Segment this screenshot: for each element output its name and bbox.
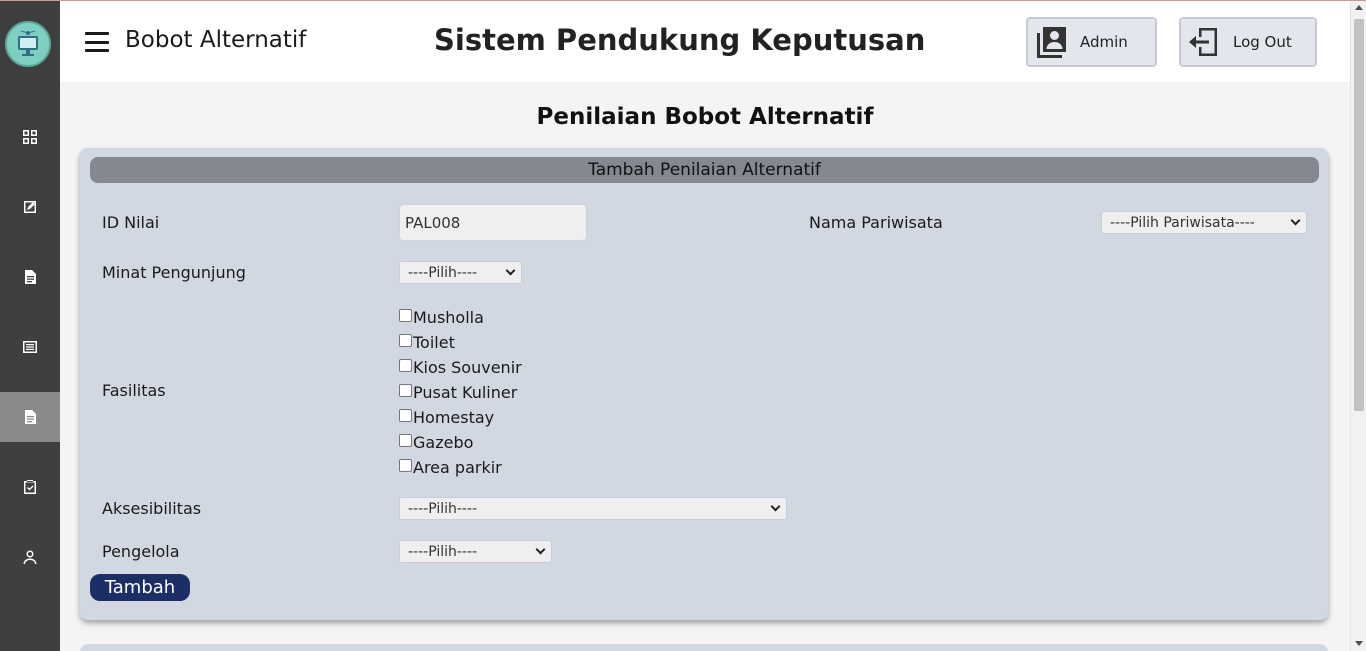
fasilitas-option[interactable]: Gazebo: [399, 430, 522, 455]
admin-label: Admin: [1080, 33, 1128, 51]
checkbox[interactable]: [399, 409, 412, 422]
scroll-down-arrow-icon[interactable]: [1355, 641, 1363, 646]
minat-pengunjung-label: Minat Pengunjung: [102, 263, 246, 282]
fasilitas-option-label: Pusat Kuliner: [413, 383, 518, 402]
sidebar-item-hasil[interactable]: [0, 462, 60, 512]
app-title: Sistem Pendukung Keputusan: [434, 23, 926, 57]
fasilitas-option-label: Gazebo: [413, 433, 474, 452]
fasilitas-option-label: Musholla: [413, 308, 484, 327]
hamburger-menu-icon[interactable]: [85, 32, 109, 52]
nama-pariwisata-selected: ----Pilih Pariwisata----: [1110, 214, 1255, 231]
document-icon: [25, 410, 36, 424]
clipboard-check-icon: [24, 480, 36, 494]
checkbox[interactable]: [399, 384, 412, 397]
next-card-edge: [80, 644, 1328, 651]
document-icon: [25, 270, 36, 284]
aksesibilitas-select[interactable]: ----Pilih----: [399, 497, 787, 520]
minat-pengunjung-select[interactable]: ----Pilih----: [399, 261, 522, 284]
fasilitas-option-label: Kios Souvenir: [413, 358, 522, 377]
app-logo[interactable]: [5, 21, 51, 67]
scroll-up-arrow-icon[interactable]: [1355, 5, 1363, 10]
sidebar-item-subkriteria[interactable]: [0, 252, 60, 302]
user-profile-icon: [1037, 27, 1066, 58]
checkbox[interactable]: [399, 459, 412, 472]
fasilitas-option-label: Toilet: [413, 333, 455, 352]
sidebar-item-kriteria[interactable]: [0, 182, 60, 232]
dashboard-icon: [23, 130, 37, 144]
checkbox[interactable]: [399, 334, 412, 347]
sidebar-item-user[interactable]: [0, 532, 60, 582]
chevron-down-icon: [770, 501, 781, 512]
logout-icon: [1189, 28, 1217, 56]
tambah-button[interactable]: Tambah: [90, 574, 190, 601]
checkbox[interactable]: [399, 434, 412, 447]
pengelola-selected: ----Pilih----: [408, 543, 478, 560]
page-name: Bobot Alternatif: [125, 27, 307, 53]
id-nilai-input[interactable]: [399, 204, 587, 241]
logout-button[interactable]: Log Out: [1179, 17, 1317, 67]
fasilitas-label: Fasilitas: [102, 381, 166, 400]
admin-button[interactable]: Admin: [1026, 17, 1157, 67]
fasilitas-option[interactable]: Musholla: [399, 305, 522, 330]
aksesibilitas-label: Aksesibilitas: [102, 499, 202, 518]
edit-icon: [24, 201, 36, 213]
fasilitas-checkbox-group: Musholla Toilet Kios Souvenir Pusat Kuli…: [399, 305, 522, 480]
fasilitas-option[interactable]: Kios Souvenir: [399, 355, 522, 380]
top-header: Bobot Alternatif Sistem Pendukung Keputu…: [60, 1, 1350, 82]
add-assessment-form: Tambah Penilaian Alternatif ID Nilai Nam…: [80, 148, 1328, 620]
chevron-down-icon: [505, 265, 516, 276]
logout-label: Log Out: [1233, 33, 1292, 51]
pengelola-label: Pengelola: [102, 542, 180, 561]
fasilitas-option-label: Area parkir: [413, 458, 502, 477]
list-icon: [23, 341, 37, 353]
section-title: Penilaian Bobot Alternatif: [536, 104, 874, 130]
nama-pariwisata-label: Nama Pariwisata: [809, 213, 943, 232]
nama-pariwisata-select[interactable]: ----Pilih Pariwisata----: [1101, 211, 1307, 234]
chevron-down-icon: [535, 544, 546, 555]
form-title: Tambah Penilaian Alternatif: [90, 157, 1319, 183]
chevron-down-icon: [1290, 215, 1301, 226]
scroll-thumb[interactable]: [1354, 19, 1364, 411]
id-nilai-label: ID Nilai: [102, 213, 160, 232]
pengelola-select[interactable]: ----Pilih----: [399, 540, 552, 563]
fasilitas-option[interactable]: Area parkir: [399, 455, 522, 480]
user-icon: [23, 550, 37, 564]
monitor-logo-icon: [18, 30, 38, 56]
vertical-scrollbar[interactable]: [1350, 1, 1366, 651]
checkbox[interactable]: [399, 359, 412, 372]
fasilitas-option[interactable]: Homestay: [399, 405, 522, 430]
minat-pengunjung-selected: ----Pilih----: [408, 264, 478, 281]
sidebar-item-alternatif[interactable]: [0, 322, 60, 372]
fasilitas-option[interactable]: Pusat Kuliner: [399, 380, 522, 405]
sidebar-item-bobot-alternatif[interactable]: [0, 392, 60, 442]
fasilitas-option-label: Homestay: [413, 408, 495, 427]
sidebar-item-dashboard[interactable]: [0, 112, 60, 162]
aksesibilitas-selected: ----Pilih----: [408, 500, 478, 517]
checkbox[interactable]: [399, 309, 412, 322]
sidebar: [0, 1, 60, 651]
fasilitas-option[interactable]: Toilet: [399, 330, 522, 355]
